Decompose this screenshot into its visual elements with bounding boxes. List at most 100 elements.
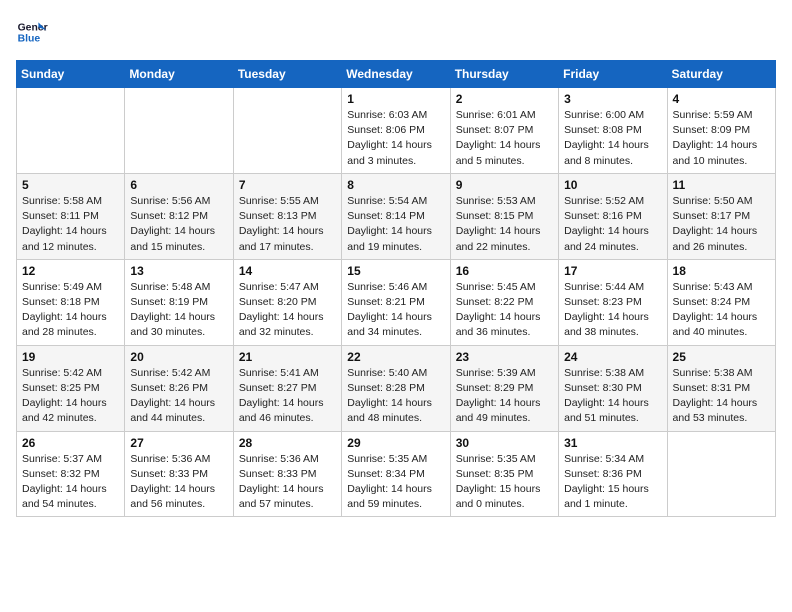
day-info: Sunrise: 5:46 AM Sunset: 8:21 PM Dayligh… <box>347 280 444 341</box>
day-info: Sunrise: 6:03 AM Sunset: 8:06 PM Dayligh… <box>347 108 444 169</box>
day-info: Sunrise: 5:55 AM Sunset: 8:13 PM Dayligh… <box>239 194 336 255</box>
day-number: 20 <box>130 350 227 364</box>
day-number: 8 <box>347 178 444 192</box>
day-info: Sunrise: 5:59 AM Sunset: 8:09 PM Dayligh… <box>673 108 770 169</box>
calendar-table: SundayMondayTuesdayWednesdayThursdayFrid… <box>16 60 776 517</box>
day-info: Sunrise: 5:58 AM Sunset: 8:11 PM Dayligh… <box>22 194 119 255</box>
day-info: Sunrise: 5:41 AM Sunset: 8:27 PM Dayligh… <box>239 366 336 427</box>
day-number: 19 <box>22 350 119 364</box>
day-info: Sunrise: 5:35 AM Sunset: 8:34 PM Dayligh… <box>347 452 444 513</box>
day-number: 30 <box>456 436 553 450</box>
calendar-cell: 20 Sunrise: 5:42 AM Sunset: 8:26 PM Dayli… <box>125 345 233 431</box>
day-info: Sunrise: 5:39 AM Sunset: 8:29 PM Dayligh… <box>456 366 553 427</box>
calendar-cell: 12 Sunrise: 5:49 AM Sunset: 8:18 PM Dayli… <box>17 259 125 345</box>
calendar-cell: 29 Sunrise: 5:35 AM Sunset: 8:34 PM Dayli… <box>342 431 450 517</box>
calendar-cell: 7Sunrise: 5:55 AM Sunset: 8:13 PM Daylig… <box>233 173 341 259</box>
day-info: Sunrise: 5:50 AM Sunset: 8:17 PM Dayligh… <box>673 194 770 255</box>
day-number: 5 <box>22 178 119 192</box>
weekday-header: Thursday <box>450 61 558 88</box>
day-info: Sunrise: 5:35 AM Sunset: 8:35 PM Dayligh… <box>456 452 553 513</box>
calendar-cell: 4 Sunrise: 5:59 AM Sunset: 8:09 PM Daylig… <box>667 88 775 174</box>
calendar-cell <box>233 88 341 174</box>
day-info: Sunrise: 5:53 AM Sunset: 8:15 PM Dayligh… <box>456 194 553 255</box>
logo-icon: General Blue <box>16 16 48 48</box>
day-number: 23 <box>456 350 553 364</box>
calendar-cell: 27Sunrise: 5:36 AM Sunset: 8:33 PM Dayli… <box>125 431 233 517</box>
day-number: 17 <box>564 264 661 278</box>
calendar-week-row: 26 Sunrise: 5:37 AM Sunset: 8:32 PM Dayli… <box>17 431 776 517</box>
day-number: 9 <box>456 178 553 192</box>
day-number: 15 <box>347 264 444 278</box>
calendar-cell: 5 Sunrise: 5:58 AM Sunset: 8:11 PM Daylig… <box>17 173 125 259</box>
weekday-header: Saturday <box>667 61 775 88</box>
calendar-cell: 1Sunrise: 6:03 AM Sunset: 8:06 PM Daylig… <box>342 88 450 174</box>
day-info: Sunrise: 5:38 AM Sunset: 8:30 PM Dayligh… <box>564 366 661 427</box>
weekday-header: Friday <box>559 61 667 88</box>
day-number: 2 <box>456 92 553 106</box>
day-number: 3 <box>564 92 661 106</box>
day-info: Sunrise: 5:43 AM Sunset: 8:24 PM Dayligh… <box>673 280 770 341</box>
calendar-cell: 25Sunrise: 5:38 AM Sunset: 8:31 PM Dayli… <box>667 345 775 431</box>
calendar-cell <box>17 88 125 174</box>
calendar-cell: 28Sunrise: 5:36 AM Sunset: 8:33 PM Dayli… <box>233 431 341 517</box>
day-info: Sunrise: 5:37 AM Sunset: 8:32 PM Dayligh… <box>22 452 119 513</box>
day-info: Sunrise: 6:00 AM Sunset: 8:08 PM Dayligh… <box>564 108 661 169</box>
day-number: 26 <box>22 436 119 450</box>
calendar-cell: 10 Sunrise: 5:52 AM Sunset: 8:16 PM Dayli… <box>559 173 667 259</box>
day-info: Sunrise: 5:45 AM Sunset: 8:22 PM Dayligh… <box>456 280 553 341</box>
day-number: 22 <box>347 350 444 364</box>
calendar-cell: 22 Sunrise: 5:40 AM Sunset: 8:28 PM Dayli… <box>342 345 450 431</box>
weekday-header: Sunday <box>17 61 125 88</box>
calendar-cell: 18 Sunrise: 5:43 AM Sunset: 8:24 PM Dayli… <box>667 259 775 345</box>
day-info: Sunrise: 5:38 AM Sunset: 8:31 PM Dayligh… <box>673 366 770 427</box>
calendar-cell: 9 Sunrise: 5:53 AM Sunset: 8:15 PM Daylig… <box>450 173 558 259</box>
calendar-cell: 6 Sunrise: 5:56 AM Sunset: 8:12 PM Daylig… <box>125 173 233 259</box>
calendar-cell: 2Sunrise: 6:01 AM Sunset: 8:07 PM Daylig… <box>450 88 558 174</box>
calendar-cell: 14 Sunrise: 5:47 AM Sunset: 8:20 PM Dayli… <box>233 259 341 345</box>
day-number: 14 <box>239 264 336 278</box>
weekday-header: Wednesday <box>342 61 450 88</box>
calendar-cell <box>125 88 233 174</box>
calendar-cell: 11 Sunrise: 5:50 AM Sunset: 8:17 PM Dayli… <box>667 173 775 259</box>
calendar-cell: 3 Sunrise: 6:00 AM Sunset: 8:08 PM Daylig… <box>559 88 667 174</box>
day-info: Sunrise: 5:34 AM Sunset: 8:36 PM Dayligh… <box>564 452 661 513</box>
calendar-cell: 23 Sunrise: 5:39 AM Sunset: 8:29 PM Dayli… <box>450 345 558 431</box>
day-number: 13 <box>130 264 227 278</box>
day-info: Sunrise: 5:44 AM Sunset: 8:23 PM Dayligh… <box>564 280 661 341</box>
day-number: 29 <box>347 436 444 450</box>
day-number: 10 <box>564 178 661 192</box>
day-info: Sunrise: 5:42 AM Sunset: 8:25 PM Dayligh… <box>22 366 119 427</box>
day-number: 16 <box>456 264 553 278</box>
calendar-cell: 15 Sunrise: 5:46 AM Sunset: 8:21 PM Dayli… <box>342 259 450 345</box>
day-info: Sunrise: 5:47 AM Sunset: 8:20 PM Dayligh… <box>239 280 336 341</box>
calendar-cell: 31 Sunrise: 5:34 AM Sunset: 8:36 PM Dayli… <box>559 431 667 517</box>
day-number: 31 <box>564 436 661 450</box>
svg-text:Blue: Blue <box>18 34 41 45</box>
day-number: 21 <box>239 350 336 364</box>
day-number: 6 <box>130 178 227 192</box>
day-number: 27 <box>130 436 227 450</box>
weekday-header: Monday <box>125 61 233 88</box>
day-info: Sunrise: 5:36 AM Sunset: 8:33 PM Dayligh… <box>239 452 336 513</box>
day-number: 12 <box>22 264 119 278</box>
calendar-week-row: 1Sunrise: 6:03 AM Sunset: 8:06 PM Daylig… <box>17 88 776 174</box>
day-info: Sunrise: 5:48 AM Sunset: 8:19 PM Dayligh… <box>130 280 227 341</box>
day-number: 18 <box>673 264 770 278</box>
calendar-header-row: SundayMondayTuesdayWednesdayThursdayFrid… <box>17 61 776 88</box>
day-info: Sunrise: 5:40 AM Sunset: 8:28 PM Dayligh… <box>347 366 444 427</box>
day-number: 11 <box>673 178 770 192</box>
calendar-cell: 17 Sunrise: 5:44 AM Sunset: 8:23 PM Dayli… <box>559 259 667 345</box>
day-info: Sunrise: 5:52 AM Sunset: 8:16 PM Dayligh… <box>564 194 661 255</box>
day-info: Sunrise: 5:54 AM Sunset: 8:14 PM Dayligh… <box>347 194 444 255</box>
day-info: Sunrise: 5:42 AM Sunset: 8:26 PM Dayligh… <box>130 366 227 427</box>
calendar-cell: 26 Sunrise: 5:37 AM Sunset: 8:32 PM Dayli… <box>17 431 125 517</box>
day-number: 24 <box>564 350 661 364</box>
day-number: 4 <box>673 92 770 106</box>
day-info: Sunrise: 5:49 AM Sunset: 8:18 PM Dayligh… <box>22 280 119 341</box>
calendar-cell: 16 Sunrise: 5:45 AM Sunset: 8:22 PM Dayli… <box>450 259 558 345</box>
page-header: General Blue <box>16 16 776 48</box>
calendar-week-row: 12 Sunrise: 5:49 AM Sunset: 8:18 PM Dayli… <box>17 259 776 345</box>
day-info: Sunrise: 5:56 AM Sunset: 8:12 PM Dayligh… <box>130 194 227 255</box>
logo: General Blue <box>16 16 48 48</box>
calendar-cell <box>667 431 775 517</box>
